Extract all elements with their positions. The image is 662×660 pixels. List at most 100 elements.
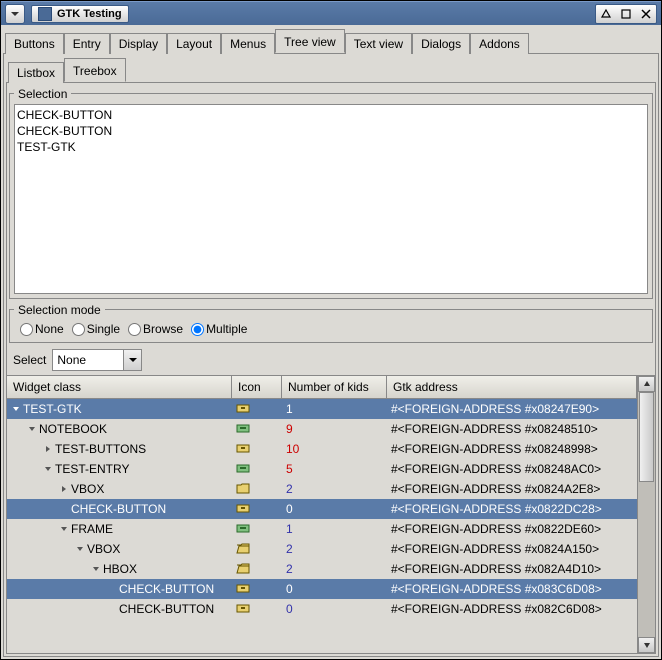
vertical-scrollbar[interactable] (637, 376, 655, 653)
col-icon[interactable]: Icon (232, 376, 282, 398)
tree-expander[interactable] (43, 465, 53, 473)
col-kids[interactable]: Number of kids (282, 376, 387, 398)
tree-row-icon-cell (236, 502, 286, 517)
subtab-listbox[interactable]: Listbox (8, 62, 64, 83)
tree-row-label: TEST-BUTTONS (55, 442, 146, 456)
tree-body[interactable]: TEST-GTK1#<FOREIGN-ADDRESS #x08247E90>NO… (7, 399, 637, 653)
tree-row[interactable]: VBOX2#<FOREIGN-ADDRESS #x0824A2E8> (7, 479, 637, 499)
tree-row-icon-cell (236, 422, 286, 437)
radio-label: Single (87, 322, 120, 336)
chevron-down-icon (129, 356, 137, 364)
tree-row-kids: 5 (286, 462, 391, 476)
close-button[interactable] (637, 6, 655, 22)
tree-row[interactable]: TEST-BUTTONS10#<FOREIGN-ADDRESS #x082489… (7, 439, 637, 459)
radio-none[interactable]: None (20, 322, 64, 336)
selection-item[interactable]: CHECK-BUTTON (17, 107, 645, 123)
tree-expander[interactable] (11, 405, 21, 413)
selection-item[interactable]: TEST-GTK (17, 139, 645, 155)
scroll-thumb[interactable] (639, 392, 654, 482)
radio-label: None (35, 322, 64, 336)
col-widget-class[interactable]: Widget class (7, 376, 232, 398)
tab-display[interactable]: Display (110, 33, 167, 54)
tab-addons[interactable]: Addons (470, 33, 529, 54)
selection-item[interactable]: CHECK-BUTTON (17, 123, 645, 139)
select-combo[interactable] (52, 349, 142, 371)
scroll-up-button[interactable] (638, 376, 655, 392)
tab-tree-view[interactable]: Tree view (275, 29, 345, 53)
tab-layout[interactable]: Layout (167, 33, 221, 54)
tree-row[interactable]: NOTEBOOK9#<FOREIGN-ADDRESS #x08248510> (7, 419, 637, 439)
tree-expander[interactable] (91, 565, 101, 573)
tree-row-kids: 10 (286, 442, 391, 456)
titlebar[interactable]: GTK Testing (1, 1, 661, 25)
tree-row[interactable]: CHECK-BUTTON0#<FOREIGN-ADDRESS #x0822DC2… (7, 499, 637, 519)
window-menu-button[interactable] (5, 4, 25, 24)
tree-expander[interactable] (59, 525, 69, 533)
subtab-treebox[interactable]: Treebox (64, 58, 126, 82)
radio-label: Browse (143, 322, 183, 336)
tree-row-address: #<FOREIGN-ADDRESS #x08247E90> (391, 402, 637, 416)
col-address[interactable]: Gtk address (387, 376, 637, 398)
main-tab-content: ListboxTreebox Selection CHECK-BUTTONCHE… (3, 53, 659, 657)
tree-row-icon-cell (236, 542, 286, 557)
minimize-button[interactable] (597, 6, 615, 22)
selection-list[interactable]: CHECK-BUTTONCHECK-BUTTONTEST-GTK (14, 104, 648, 294)
tree-row-kids: 2 (286, 562, 391, 576)
tree-row-address: #<FOREIGN-ADDRESS #x082C6D08> (391, 602, 637, 616)
tree-expander[interactable] (27, 425, 37, 433)
tab-menus[interactable]: Menus (221, 33, 275, 54)
tree-expander[interactable] (75, 545, 85, 553)
radio-browse[interactable]: Browse (128, 322, 183, 336)
tree-row-kids: 9 (286, 422, 391, 436)
tree-row-icon-cell (236, 562, 286, 577)
select-combo-input[interactable] (53, 350, 123, 370)
drawer-icon (236, 442, 250, 457)
tree-row-icon-cell (236, 582, 286, 597)
chevron-down-icon (10, 9, 20, 19)
tree-row[interactable]: HBOX2#<FOREIGN-ADDRESS #x082A4D10> (7, 559, 637, 579)
drawer-icon (236, 582, 250, 597)
tree-row-label: HBOX (103, 562, 137, 576)
maximize-button[interactable] (617, 6, 635, 22)
triangle-up-icon (600, 8, 612, 20)
scroll-track[interactable] (638, 392, 655, 637)
radio-input-single[interactable] (72, 323, 85, 336)
tab-entry[interactable]: Entry (64, 33, 110, 54)
tree-row[interactable]: FRAME1#<FOREIGN-ADDRESS #x0822DE60> (7, 519, 637, 539)
tree-expander[interactable] (59, 485, 69, 493)
radio-input-browse[interactable] (128, 323, 141, 336)
tree-row[interactable]: VBOX2#<FOREIGN-ADDRESS #x0824A150> (7, 539, 637, 559)
radio-multiple[interactable]: Multiple (191, 322, 247, 336)
radio-input-multiple[interactable] (191, 323, 204, 336)
tab-dialogs[interactable]: Dialogs (412, 33, 470, 54)
select-label: Select (13, 353, 46, 367)
tree-expander[interactable] (43, 445, 53, 453)
radio-single[interactable]: Single (72, 322, 120, 336)
tree-row-address: #<FOREIGN-ADDRESS #x0824A2E8> (391, 482, 637, 496)
radio-input-none[interactable] (20, 323, 33, 336)
tree-row-kids: 0 (286, 602, 391, 616)
selection-mode-radios: None Single Browse Multiple (14, 320, 648, 338)
drawer-open-icon (236, 522, 250, 537)
triangle-up-icon (643, 380, 651, 388)
tree-row-address: #<FOREIGN-ADDRESS #x0822DC28> (391, 502, 637, 516)
tree-row[interactable]: TEST-GTK 1#<FOREIGN-ADDRESS #x08247E90> (7, 399, 637, 419)
tree-row-kids: 1 (286, 402, 391, 416)
drawer-icon (236, 402, 250, 417)
tree-row-label: TEST-GTK (23, 402, 82, 416)
tree-row[interactable]: CHECK-BUTTON0#<FOREIGN-ADDRESS #x083C6D0… (7, 579, 637, 599)
tree-row-label: VBOX (87, 542, 120, 556)
select-combo-dropdown[interactable] (123, 350, 141, 370)
tree-row[interactable]: CHECK-BUTTON0#<FOREIGN-ADDRESS #x082C6D0… (7, 599, 637, 619)
title-box: GTK Testing (31, 5, 129, 23)
tree-row-kids: 1 (286, 522, 391, 536)
selection-frame-label: Selection (14, 85, 71, 103)
client-area: ButtonsEntryDisplayLayoutMenusTree viewT… (1, 25, 661, 659)
scroll-down-button[interactable] (638, 637, 655, 653)
tree-row-address: #<FOREIGN-ADDRESS #x083C6D08> (391, 582, 637, 596)
tree-row[interactable]: TEST-ENTRY5#<FOREIGN-ADDRESS #x08248AC0> (7, 459, 637, 479)
tree-row-address: #<FOREIGN-ADDRESS #x08248AC0> (391, 462, 637, 476)
tab-text-view[interactable]: Text view (345, 33, 412, 54)
folder-open-icon (236, 542, 250, 557)
tab-buttons[interactable]: Buttons (5, 33, 64, 54)
